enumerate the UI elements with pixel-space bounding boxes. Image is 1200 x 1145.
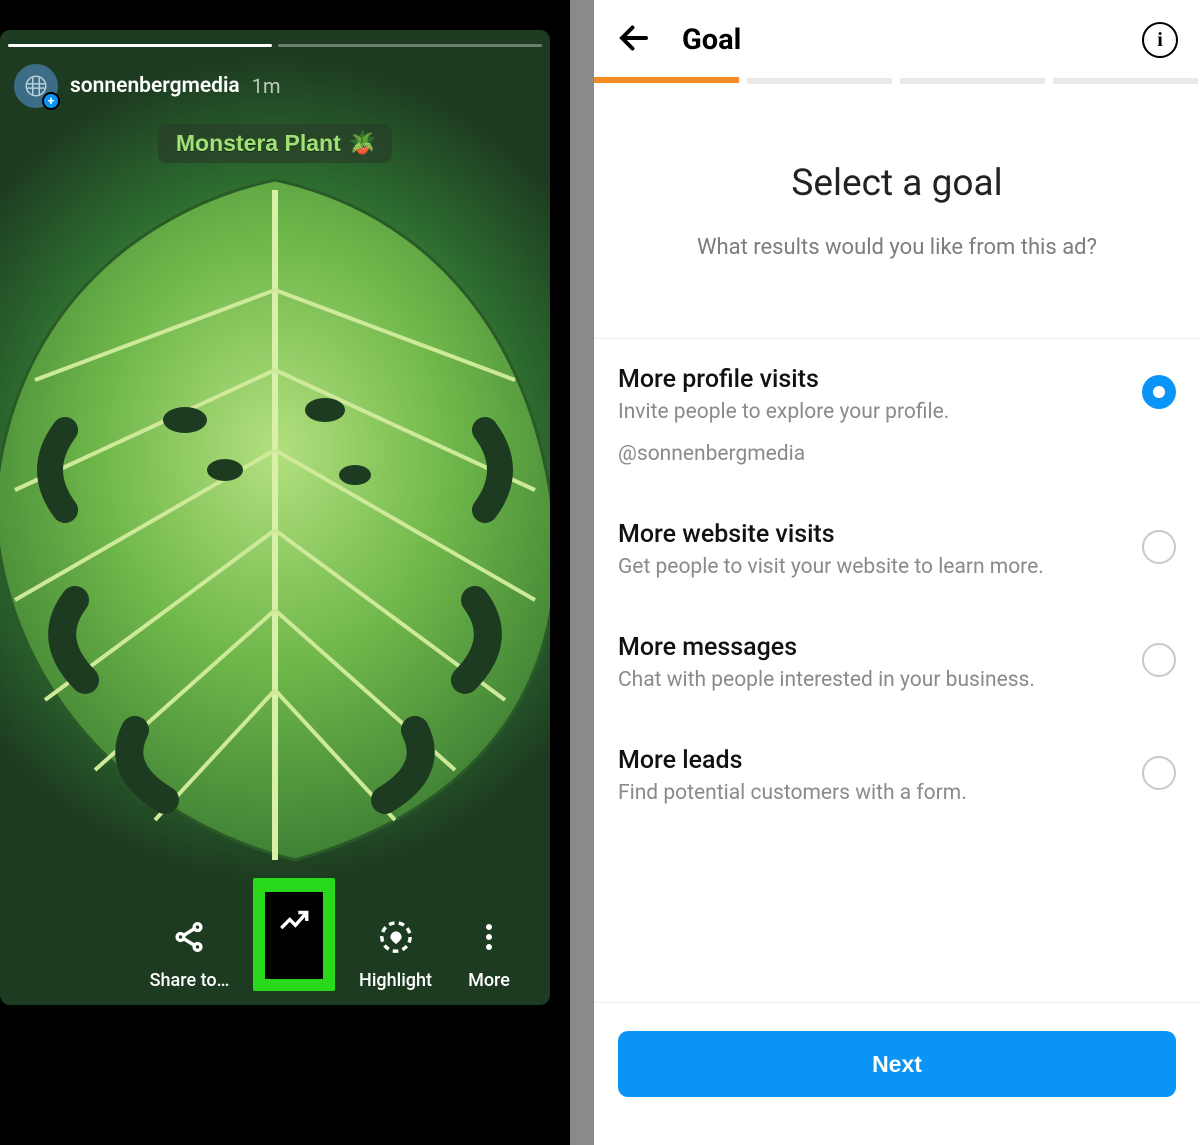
story-card[interactable]: + sonnenbergmedia 1m Monstera Plant 🪴 [0,30,550,1005]
highlight-icon [377,918,415,956]
next-button[interactable]: Next [618,1031,1176,1097]
option-sub: @sonnenbergmedia [618,442,1124,466]
boost-button-highlighted[interactable]: Boost [253,878,335,991]
option-title: More leads [618,746,1124,775]
more-icon [470,918,508,956]
goal-option-messages[interactable]: More messages Chat with people intereste… [594,607,1200,720]
story-progress [8,44,542,47]
share-label: Share to… [150,970,230,991]
add-story-badge-icon[interactable]: + [42,92,60,110]
step-segment [747,78,892,84]
boost-icon [275,902,313,940]
option-desc: Get people to visit your website to lear… [618,555,1124,579]
story-view: + sonnenbergmedia 1m Monstera Plant 🪴 [0,0,570,1145]
highlight-button[interactable]: Highlight [359,918,432,991]
step-segment [594,77,739,83]
step-segment [900,78,1045,84]
radio-selected[interactable] [1142,375,1176,409]
option-title: More messages [618,633,1124,662]
option-desc: Invite people to explore your profile. [618,400,1124,424]
step-progress [594,78,1200,84]
story-header[interactable]: + sonnenbergmedia 1m [14,64,280,108]
top-bar: Goal i [594,0,1200,80]
avatar[interactable]: + [14,64,58,108]
more-label: More [468,970,510,991]
step-segment [1053,78,1198,84]
radio-unselected[interactable] [1142,756,1176,790]
story-link-sticker[interactable]: Monstera Plant 🪴 [158,124,392,163]
page-title: Goal [682,23,1142,57]
story-actions: Share to… Boost [150,878,522,991]
info-button[interactable]: i [1142,22,1178,58]
boost-label: Boost [273,954,315,973]
back-button[interactable] [616,20,656,60]
story-time: 1m [252,74,281,98]
option-title: More website visits [618,520,1124,549]
bottom-bar: Next [594,1002,1200,1145]
panel-divider [570,0,594,1145]
radio-unselected[interactable] [1142,530,1176,564]
share-button[interactable]: Share to… [150,918,230,991]
story-progress-segment [278,44,542,47]
goal-heading-title: Select a goal [594,162,1200,205]
goal-options-list: More profile visits Invite people to exp… [594,338,1200,833]
goal-option-profile-visits[interactable]: More profile visits Invite people to exp… [594,339,1200,494]
option-desc: Find potential customers with a form. [618,781,1124,805]
story-progress-segment [8,44,272,47]
option-title: More profile visits [618,365,1124,394]
info-icon: i [1157,29,1163,52]
option-desc: Chat with people interested in your busi… [618,668,1124,692]
more-button[interactable]: More [456,918,522,991]
sticker-text: Monstera Plant [176,130,341,157]
goal-screen: Goal i Select a goal What results would … [594,0,1200,1145]
story-username[interactable]: sonnenbergmedia [70,74,240,98]
goal-option-leads[interactable]: More leads Find potential customers with… [594,720,1200,833]
highlight-label: Highlight [359,970,432,991]
story-image [0,170,550,870]
goal-heading: Select a goal What results would you lik… [594,162,1200,260]
arrow-left-icon [616,20,652,56]
share-icon [170,918,208,956]
goal-option-website-visits[interactable]: More website visits Get people to visit … [594,494,1200,607]
radio-unselected[interactable] [1142,643,1176,677]
goal-heading-subtitle: What results would you like from this ad… [594,235,1200,260]
plant-emoji-icon: 🪴 [349,131,376,156]
